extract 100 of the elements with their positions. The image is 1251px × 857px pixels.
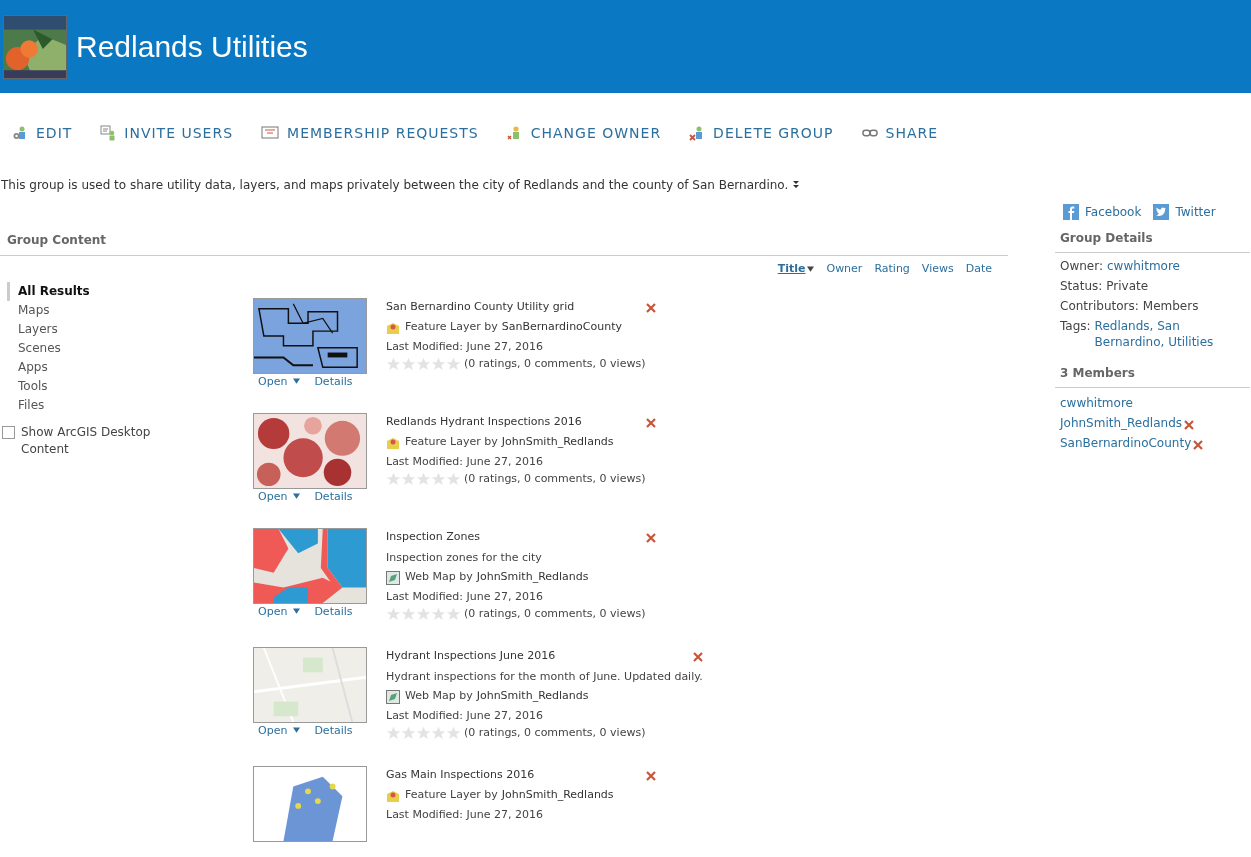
group-description: This group is used to share utility data, layers, and maps privately between the city of Redlands and the county of San Bernardino.	[1, 177, 789, 194]
details-link[interactable]: Details	[314, 373, 353, 389]
requests-icon	[261, 126, 280, 140]
users-gear-icon	[12, 125, 28, 141]
toolbar-button[interactable]: DELETE GROUP	[689, 122, 834, 144]
sort-link[interactable]: Title	[777, 261, 815, 278]
sort-link[interactable]: Rating	[874, 261, 910, 278]
item-title[interactable]: Redlands Hydrant Inspections 2016	[386, 414, 582, 431]
star-icon	[416, 606, 431, 622]
caret-icon	[293, 378, 301, 384]
details-link[interactable]: Details	[314, 488, 353, 504]
modified-date: Last Modified: June 27, 2016	[386, 806, 544, 823]
star-icon	[386, 725, 401, 741]
checkbox[interactable]	[2, 425, 15, 439]
details-link[interactable]: Details	[314, 722, 353, 738]
star-icon	[431, 725, 446, 741]
remove-icon[interactable]	[646, 417, 656, 428]
detail-label: Contributors:	[1060, 298, 1139, 314]
section-heading: Group Content	[7, 233, 107, 247]
star-icon	[416, 356, 431, 372]
open-menu[interactable]: Open	[258, 603, 301, 619]
group-title: Redlands Utilities	[76, 29, 308, 65]
member-link[interactable]: cwwhitmore	[1060, 394, 1133, 412]
checkbox-label: Show ArcGIS Desktop Content	[21, 423, 152, 458]
expand-icon[interactable]	[792, 180, 801, 190]
filter-item[interactable]: Scenes	[7, 338, 253, 358]
remove-icon[interactable]	[646, 532, 656, 543]
filter-item[interactable]: Layers	[7, 319, 253, 339]
star-icon	[446, 471, 461, 487]
publisher-name-link[interactable]: JohnSmith_Redlands	[501, 434, 614, 451]
item-title[interactable]: San Bernardino County Utility grid	[386, 299, 575, 316]
item-description: Hydrant inspections for the month of June. Updated daily.	[386, 668, 703, 685]
details-link[interactable]: Details	[314, 603, 353, 619]
remove-icon[interactable]	[1193, 439, 1204, 450]
caret-icon	[807, 266, 815, 273]
share-link[interactable]: Facebook	[1063, 203, 1142, 221]
rating-stats: (0 ratings, 0 comments, 0 views)	[464, 355, 646, 372]
star-icon	[416, 725, 431, 741]
section-heading: 3 Members	[1060, 366, 1135, 380]
remove-icon[interactable]	[1184, 419, 1194, 430]
open-menu[interactable]: Open	[258, 488, 301, 504]
publisher-name-link[interactable]: JohnSmith_Redlands	[501, 787, 614, 804]
publisher-name-link[interactable]: SanBernardinoCounty	[501, 319, 623, 336]
detail-value: Members	[1142, 298, 1199, 314]
feature-layer-icon	[386, 320, 400, 335]
star-icon	[401, 356, 416, 372]
item-type: Web Map by	[405, 569, 473, 586]
toolbar-button[interactable]: SHARE	[861, 122, 939, 144]
share-link[interactable]: Twitter	[1153, 203, 1216, 221]
star-icon	[446, 356, 461, 372]
remove-icon[interactable]	[646, 770, 656, 781]
item-title[interactable]: Gas Main Inspections 2016	[386, 767, 535, 784]
rating-stats: (0 ratings, 0 comments, 0 views)	[464, 605, 646, 622]
toolbar-button[interactable]: MEMBERSHIP REQUESTS	[261, 122, 479, 144]
toolbar-button[interactable]: EDIT	[12, 122, 73, 144]
filter-item[interactable]: Apps	[7, 357, 253, 377]
remove-icon[interactable]	[692, 651, 703, 662]
star-icon	[446, 725, 461, 741]
feature-layer-icon	[386, 788, 400, 803]
filter-item[interactable]: Files	[7, 395, 253, 415]
sort-link[interactable]: Owner	[826, 261, 863, 278]
caret-icon	[293, 493, 301, 499]
toolbar-button[interactable]: INVITE USERS	[100, 122, 234, 144]
sort-link[interactable]: Date	[965, 261, 992, 278]
item-title[interactable]: Hydrant Inspections June 2016	[386, 648, 556, 665]
star-icon	[386, 356, 401, 372]
member-link[interactable]: JohnSmith_Redlands	[1060, 414, 1182, 432]
member-link[interactable]: SanBernardinoCounty	[1060, 434, 1192, 452]
detail-value[interactable]: cwwhitmore	[1107, 258, 1180, 274]
link-icon	[861, 128, 878, 138]
open-menu[interactable]: Open	[258, 722, 301, 738]
modified-date: Last Modified: June 27, 2016	[386, 453, 544, 470]
star-icon	[416, 471, 431, 487]
publisher-name-link[interactable]: JohnSmith_Redlands	[476, 688, 589, 705]
detail-label: Owner:	[1060, 258, 1103, 274]
star-icon	[431, 606, 446, 622]
detail-label: Status:	[1060, 278, 1103, 294]
modified-date: Last Modified: June 27, 2016	[386, 588, 544, 605]
publisher-name-link[interactable]: JohnSmith_Redlands	[476, 569, 589, 586]
rating-stats: (0 ratings, 0 comments, 0 views)	[464, 470, 646, 487]
star-icon	[431, 471, 446, 487]
sort-link[interactable]: Views	[921, 261, 954, 278]
detail-value: Private	[1106, 278, 1149, 294]
item-type: Feature Layer by	[405, 787, 498, 804]
web-map-icon	[386, 689, 400, 704]
open-menu[interactable]: Open	[258, 373, 301, 389]
web-map-icon	[386, 570, 400, 585]
star-icon	[401, 606, 416, 622]
star-icon	[386, 471, 401, 487]
remove-icon[interactable]	[646, 302, 656, 313]
detail-value[interactable]: Redlands, San Bernardino, Utilities	[1094, 318, 1250, 350]
rating-stats: (0 ratings, 0 comments, 0 views)	[464, 724, 646, 741]
section-heading: Group Details	[1060, 231, 1153, 245]
item-type: Feature Layer by	[405, 434, 498, 451]
toolbar-button[interactable]: CHANGE OWNER	[506, 122, 662, 144]
filter-item[interactable]: Maps	[7, 300, 253, 320]
item-title[interactable]: Inspection Zones	[386, 529, 481, 546]
filter-item[interactable]: Tools	[7, 376, 253, 396]
modified-date: Last Modified: June 27, 2016	[386, 338, 544, 355]
star-icon	[446, 606, 461, 622]
